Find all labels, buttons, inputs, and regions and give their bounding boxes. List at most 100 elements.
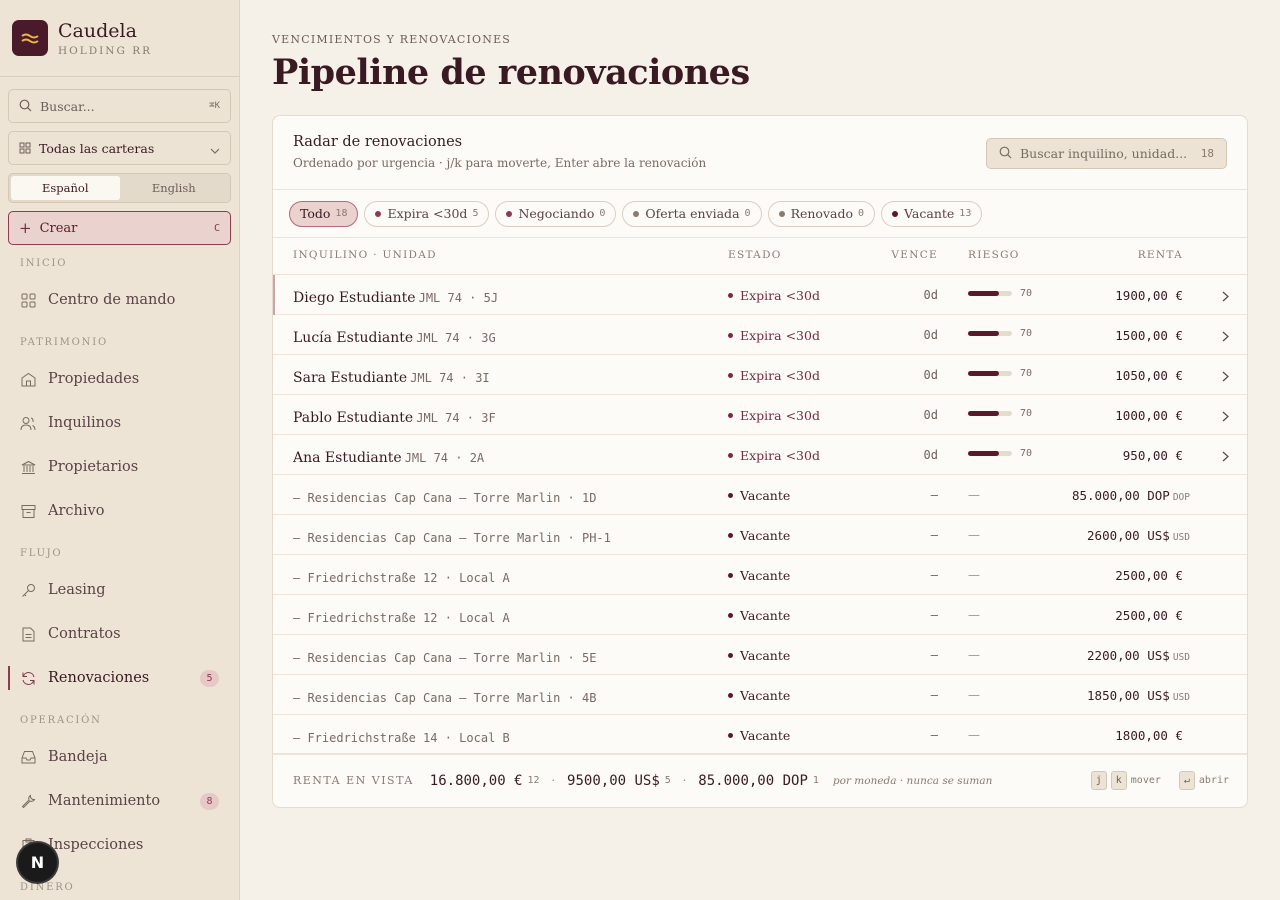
status-label: Vacante [740,568,791,583]
risk-bar [968,371,1012,376]
table-row[interactable]: — Residencias Cap Cana — Torre Marlin · … [273,515,1247,555]
refresh-icon [20,670,36,686]
tenant-cell: Sara Estudiante JML 74 · 3I [293,367,490,386]
tenant-search-input[interactable]: Buscar inquilino, unidad... 18 [986,138,1227,169]
table-row[interactable]: — Friedrichstraße 12 · Local A Vacante — — 2… [273,555,1247,595]
risk-cell: 70 [968,408,1032,419]
sidebar-search[interactable]: Buscar... ⌘K [8,89,231,123]
col-due[interactable]: VENCE [891,249,938,261]
language-toggle: Español English [8,173,231,203]
lang-option-es[interactable]: Español [11,176,120,200]
chevron-right-icon[interactable] [1222,367,1229,386]
status-label: Expira <30d [740,368,820,383]
chevron-right-icon[interactable] [1222,407,1229,426]
sidebar-item-label: Propietarios [48,459,139,475]
status-dot [778,210,785,217]
table-row[interactable]: — Friedrichstraße 14 · Local B Vacante — — 1… [273,715,1247,755]
due-cell: 0d [923,328,938,342]
renovaciones-count-badge: 5 [200,669,219,687]
rent-cell: 2600,00 US$ USD [1087,528,1190,543]
tenant-name: Diego Estudiante [293,290,416,306]
table-row[interactable]: Sara Estudiante JML 74 · 3I Expira <30d 0d 7… [273,355,1247,395]
rent-amount: 1000,00 € [1115,408,1183,423]
create-button[interactable]: + Crear C [8,211,231,245]
lang-option-en[interactable]: English [120,176,229,200]
col-status[interactable]: ESTADO [728,249,782,261]
table-row[interactable]: Lucía Estudiante JML 74 · 3G Expira <30d 0d… [273,315,1247,355]
risk-bar [968,411,1012,416]
due-cell: — [930,728,938,742]
separator: · [551,774,556,787]
filter-chip[interactable]: Todo 18 [289,200,359,227]
sidebar-item-archivo[interactable]: Archivo [8,494,231,528]
rent-cell: 1000,00 € [1115,408,1183,423]
risk-value: 70 [1020,448,1033,459]
tenant-cell: Pablo Estudiante JML 74 · 3F [293,407,496,426]
due-cell: — [930,568,938,582]
tenant-cell: — Residencias Cap Cana — Torre Marlin · … [293,527,611,546]
status-label: Expira <30d [740,288,820,303]
unit-code: JML 74 · 5J [418,291,499,305]
table-row[interactable]: Diego Estudiante JML 74 · 5J Expira <30d 0d… [273,275,1247,315]
sidebar-item-propietarios[interactable]: Propietarios [8,450,231,484]
table-row[interactable]: — Residencias Cap Cana — Torre Marlin · … [273,635,1247,675]
archive-icon [20,503,36,519]
separator: · [682,774,687,787]
risk-value: 70 [1020,408,1033,419]
table-row[interactable]: Pablo Estudiante JML 74 · 3F Expira <30d 0d… [273,395,1247,435]
chevron-down-icon [210,139,220,158]
table-row[interactable]: — Residencias Cap Cana — Torre Marlin · … [273,475,1247,515]
footer-note: por moneda · nunca se suman [832,774,993,787]
table-footer: RENTA EN VISTA 16.800,00 € 12 · 9500,00 … [273,753,1247,807]
section-flujo: FLUJO [20,548,63,559]
filter-chip-count: 0 [744,208,751,219]
rent-amount: 2600,00 US$ [1087,528,1170,543]
rent-amount: 1050,00 € [1115,368,1183,383]
filter-chip[interactable]: Negociando 0 [495,200,617,227]
status-dot [728,453,733,458]
table-row[interactable]: — Friedrichstraße 12 · Local A Vacante — — 2… [273,595,1247,635]
portfolio-select[interactable]: Todas las carteras [8,131,231,165]
sidebar-item-centro-de-mando[interactable]: Centro de mando [8,283,231,317]
tenant-cell: Ana Estudiante JML 74 · 2A [293,447,484,466]
total-eur-count: 12 [527,775,540,786]
filter-chip[interactable]: Vacante 13 [881,200,983,227]
tenant-name: Sara Estudiante [293,370,408,386]
key-j: j [1090,771,1107,790]
sidebar-item-mantenimiento[interactable]: Mantenimiento 8 [8,784,231,818]
filter-chip-count: 0 [858,208,865,219]
risk-cell: 70 [968,368,1032,379]
brand: Caudela HOLDING RR [0,0,239,77]
status-dot [728,693,733,698]
status-badge: Expira <30d [728,448,820,463]
filter-chip[interactable]: Expira <30d 5 [364,200,490,227]
rent-amount: 1900,00 € [1115,288,1183,303]
status-dot [728,533,733,538]
tenant-cell: — Residencias Cap Cana — Torre Marlin · … [293,647,596,666]
filter-chip[interactable]: Oferta enviada 0 [622,200,762,227]
chevron-right-icon[interactable] [1222,287,1229,306]
sidebar-item-inquilinos[interactable]: Inquilinos [8,406,231,440]
risk-bar-fill [968,451,999,456]
due-cell: — [930,528,938,542]
brand-sub: HOLDING RR [58,44,153,57]
filter-chip[interactable]: Renovado 0 [767,200,876,227]
filter-chip-label: Renovado [790,206,853,221]
dev-tools-button[interactable]: N [18,843,57,882]
sidebar-item-leasing[interactable]: Leasing [8,573,231,607]
table-row[interactable]: Ana Estudiante JML 74 · 2A Expira <30d 0d 70… [273,435,1247,475]
table-row[interactable]: — Residencias Cap Cana — Torre Marlin · … [273,675,1247,715]
tenant-cell: Diego Estudiante JML 74 · 5J [293,287,498,306]
col-tenant[interactable]: INQUILINO · UNIDAD [293,249,437,261]
chevron-right-icon[interactable] [1222,447,1229,466]
status-dot [728,493,733,498]
status-badge: Vacante [728,568,790,583]
sidebar-item-renovaciones[interactable]: Renovaciones 5 [8,661,231,695]
sidebar-item-bandeja[interactable]: Bandeja [8,740,231,774]
col-risk[interactable]: RIESGO [968,249,1020,261]
chevron-right-icon[interactable] [1222,327,1229,346]
section-dinero: DINERO [20,882,75,893]
sidebar-item-contratos[interactable]: Contratos [8,617,231,651]
col-rent[interactable]: RENTA [1138,249,1183,261]
sidebar-item-propiedades[interactable]: Propiedades [8,362,231,396]
